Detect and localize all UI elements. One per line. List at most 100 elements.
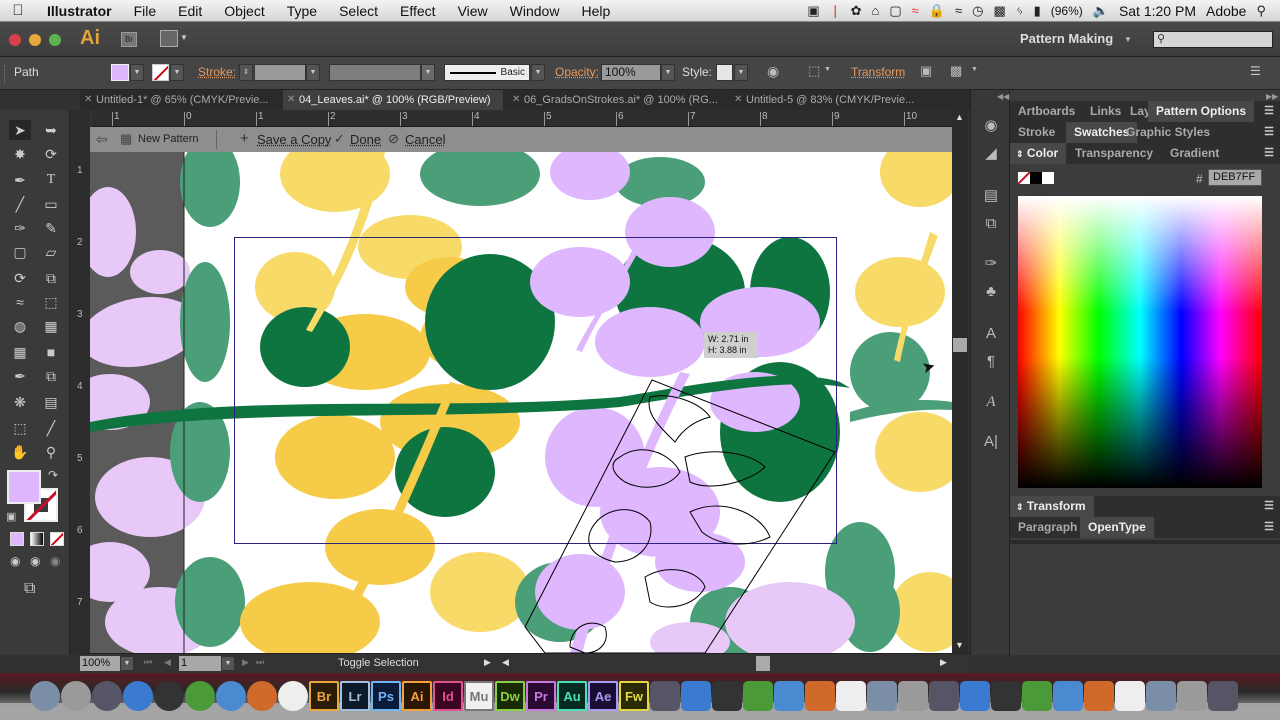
- menu-edit[interactable]: Edit: [167, 3, 213, 19]
- expand-toggle-icon[interactable]: ⇕: [1016, 502, 1024, 512]
- stroke-weight-input[interactable]: [254, 64, 306, 81]
- vertical-ruler[interactable]: 1 2 3 4 5 6 7: [70, 110, 90, 655]
- tab-transform[interactable]: ⇕ Transform: [1010, 496, 1094, 517]
- workspace-switcher[interactable]: Pattern Making: [1020, 31, 1113, 46]
- dock-app-finder[interactable]: [30, 681, 60, 711]
- dock-app-safari[interactable]: [216, 681, 246, 711]
- color-mode-button[interactable]: [10, 532, 24, 546]
- dock-app-applications[interactable]: [1115, 681, 1145, 711]
- next-artboard-icon[interactable]: ▶: [242, 657, 249, 668]
- brush-dropdown[interactable]: ▼: [531, 64, 545, 81]
- scroll-down-icon[interactable]: ▼: [955, 640, 964, 650]
- dock-app-au[interactable]: Au: [557, 681, 587, 711]
- dock-app-firefox[interactable]: [247, 681, 277, 711]
- stroke-label[interactable]: Stroke:: [198, 65, 236, 79]
- panel-menu-icon[interactable]: ☰: [1264, 146, 1274, 159]
- panel-menu-icon[interactable]: ☰: [1264, 520, 1274, 533]
- dock-app-imovie[interactable]: [898, 681, 928, 711]
- isolate-icon[interactable]: ▣: [920, 63, 932, 79]
- graphic-style-swatch[interactable]: [716, 64, 733, 81]
- dock-app-acrobat[interactable]: [278, 681, 308, 711]
- tab-artboards[interactable]: Artboards: [1010, 101, 1083, 122]
- blob-brush-tool-icon[interactable]: ▢: [9, 242, 31, 262]
- stroke-weight-dropdown[interactable]: ▼: [306, 64, 320, 81]
- color-spectrum[interactable]: [1018, 196, 1262, 488]
- volume-icon[interactable]: 🔈: [1093, 3, 1109, 19]
- vertical-scrollbar[interactable]: ▲ ▼: [952, 110, 968, 655]
- status-text[interactable]: Toggle Selection: [338, 657, 419, 669]
- paw-icon[interactable]: ✿: [851, 3, 862, 19]
- variable-width-dropdown[interactable]: ▼: [421, 64, 435, 81]
- collapse-dock-icon[interactable]: ◀◀: [997, 92, 1009, 101]
- dock-app-id[interactable]: Id: [433, 681, 463, 711]
- dock-app-photo-booth[interactable]: [836, 681, 866, 711]
- apple-menu-icon[interactable]: : [0, 2, 36, 19]
- dock-app-mission-control[interactable]: [154, 681, 184, 711]
- menu-window[interactable]: Window: [499, 3, 571, 19]
- close-window-button[interactable]: [9, 34, 21, 46]
- artboard-canvas[interactable]: W: 2.71 in H: 3.88 in ➤: [90, 152, 952, 653]
- glyphs-panel-icon[interactable]: A: [981, 392, 1001, 412]
- dock-app-pr[interactable]: Pr: [526, 681, 556, 711]
- hex-color-input[interactable]: DEB7FF: [1208, 169, 1262, 186]
- dock-app-layout[interactable]: [712, 681, 742, 711]
- status-indicator-icon[interactable]: ❘: [830, 3, 841, 19]
- menu-help[interactable]: Help: [570, 3, 621, 19]
- appearance-panel-icon[interactable]: ◉: [981, 116, 1001, 136]
- screen-mode-icon[interactable]: ⧉: [24, 580, 35, 598]
- dock-app-ibooks[interactable]: [743, 681, 773, 711]
- close-tab-icon[interactable]: ✕: [84, 90, 92, 110]
- save-copy-button[interactable]: Save a Copy: [257, 132, 331, 147]
- draw-behind-icon[interactable]: ◉: [30, 554, 40, 568]
- selection-tool-icon[interactable]: ➤: [9, 120, 31, 140]
- user-menu[interactable]: Adobe: [1206, 3, 1246, 19]
- cancel-button[interactable]: Cancel: [405, 132, 445, 147]
- menu-object[interactable]: Object: [213, 3, 275, 19]
- default-fill-stroke-icon[interactable]: ▣: [6, 510, 16, 523]
- dock-app-screen-share[interactable]: [1053, 681, 1083, 711]
- character-styles-panel-icon[interactable]: A: [981, 324, 1001, 344]
- select-similar-icon[interactable]: ▩: [950, 63, 962, 79]
- exit-pattern-arrow-icon[interactable]: ⇦: [96, 131, 108, 148]
- tab-gradient[interactable]: Gradient: [1162, 143, 1227, 164]
- tab-pattern-options[interactable]: Pattern Options: [1148, 101, 1255, 122]
- tab-opentype[interactable]: OpenType: [1080, 517, 1154, 538]
- dock-app-system-preferences[interactable]: [1022, 681, 1052, 711]
- panel-resize-handle[interactable]: [1010, 540, 1280, 544]
- column-graph-tool-icon[interactable]: ▤: [40, 392, 62, 412]
- draw-normal-icon[interactable]: ◉: [10, 554, 20, 568]
- character-panel-icon[interactable]: A|: [981, 432, 1001, 452]
- dock-app-dw[interactable]: Dw: [495, 681, 525, 711]
- align-panel-icon[interactable]: ▤: [981, 186, 1001, 206]
- dock-app-mu[interactable]: Mu: [464, 681, 494, 711]
- status-menu-icon[interactable]: ▶: [484, 657, 491, 668]
- gradient-panel-icon[interactable]: ◢: [981, 144, 1001, 164]
- scroll-up-icon[interactable]: ▲: [955, 112, 964, 122]
- doc-tab[interactable]: ✕ Untitled-5 @ 83% (CMYK/Previe...: [730, 90, 950, 110]
- wifi-icon[interactable]: ≈: [955, 3, 962, 18]
- transform-link[interactable]: Transform: [851, 65, 905, 79]
- close-tab-icon[interactable]: ✕: [734, 90, 742, 110]
- menu-file[interactable]: File: [123, 3, 168, 19]
- fill-color-swatch-front[interactable]: [7, 470, 41, 504]
- dock-app-lr[interactable]: Lr: [340, 681, 370, 711]
- tab-graphic-styles[interactable]: Graphic Styles: [1118, 122, 1218, 143]
- type-tool-icon[interactable]: T: [40, 170, 62, 190]
- dock-app-chrome[interactable]: [185, 681, 215, 711]
- menu-type[interactable]: Type: [276, 3, 328, 19]
- lock-icon[interactable]: 🔒: [929, 3, 945, 19]
- chevron-down-icon[interactable]: ▼: [1124, 35, 1132, 44]
- pen-tool-icon[interactable]: ✒: [9, 170, 31, 190]
- time-machine-icon[interactable]: ◷: [972, 3, 983, 19]
- brush-definition[interactable]: Basic: [444, 64, 530, 81]
- panel-menu-icon[interactable]: ☰: [1250, 64, 1261, 78]
- screen-record-icon[interactable]: ▣: [807, 3, 819, 19]
- fill-swatch[interactable]: [111, 64, 129, 81]
- menu-select[interactable]: Select: [328, 3, 389, 19]
- dock-app-documents[interactable]: [1146, 681, 1176, 711]
- wifi-alert-icon[interactable]: ≈: [912, 3, 919, 18]
- swap-fill-stroke-icon[interactable]: ↷: [48, 468, 58, 482]
- blend-tool-icon[interactable]: ⧉: [40, 366, 62, 386]
- mesh-tool-icon[interactable]: ▦: [9, 342, 31, 362]
- scroll-thumb[interactable]: [953, 338, 967, 352]
